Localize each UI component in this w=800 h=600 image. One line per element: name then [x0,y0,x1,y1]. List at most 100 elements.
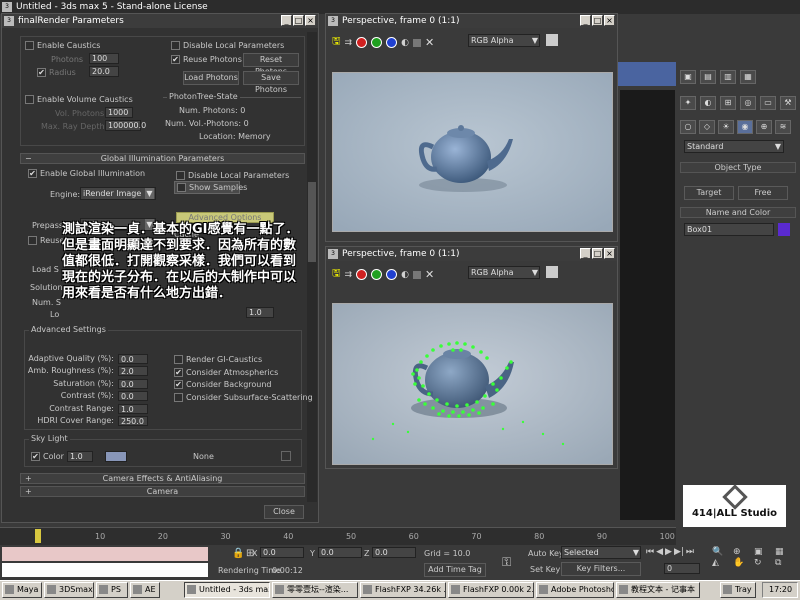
clear-icon[interactable]: ✕ [425,36,434,49]
play-icon[interactable]: ▶ [665,547,672,557]
close-icon[interactable]: × [604,15,615,26]
adv-check-sss[interactable]: Consider Subsurface-Scattering [174,392,313,406]
blue-channel-icon[interactable] [386,37,398,48]
spacewarps-icon[interactable]: ≋ [775,120,791,134]
enable-caustics[interactable]: Enable Caustics [25,41,100,50]
color2-swatch[interactable] [546,266,558,278]
adv-check-render-gi-caustics[interactable]: Render GI-Caustics [174,355,304,368]
motion-tab-icon[interactable]: ◎ [740,96,756,110]
load-photons-button[interactable]: Load Photons [183,71,239,85]
maxscript-listener[interactable] [2,547,208,561]
clear-icon[interactable]: ✕ [425,268,434,281]
max-toggle-icon[interactable]: ⧉ [775,558,795,568]
adv-checkbox[interactable]: ✔ [174,367,183,377]
red-channel-icon[interactable] [356,269,368,280]
taskbar-item-3dsmax[interactable]: 3DSmax [44,582,94,598]
bounce-field[interactable]: 1.0 [246,307,274,318]
close-icon[interactable]: × [305,15,316,26]
close-icon[interactable]: × [604,248,615,259]
maxscript-output[interactable] [2,563,208,577]
color-swatch[interactable] [546,34,558,46]
free-button[interactable]: Free [738,186,788,200]
z-coordinate-field[interactable]: 0.0 [372,547,416,558]
go-end-icon[interactable]: ⏭ [686,547,694,557]
minimize-icon[interactable]: _ [281,15,292,26]
channel2-dropdown[interactable]: RGB Alpha ▼ [468,266,540,279]
sky-color[interactable]: ✔ Color [31,452,64,461]
taskbar-item-maya[interactable]: Maya [2,582,42,598]
utilities-tab-icon[interactable]: ⚒ [780,96,796,110]
helpers-icon[interactable]: ⊕ [756,120,772,134]
disable-local-caustics[interactable]: Disable Local Parameters [171,41,284,50]
key-filters-button[interactable]: Key Filters... [561,562,641,576]
camera-rollout[interactable]: + Camera [20,486,305,497]
reuse-photons-checkbox[interactable]: ✔ [171,55,180,64]
radius-field[interactable]: 20.0 [89,66,119,77]
sky-map-none[interactable]: None [193,452,214,461]
engine-dropdown[interactable]: iRender Image ▼ [80,187,156,200]
mono-icon[interactable] [412,38,421,47]
show-samples[interactable]: Show Samples [174,181,247,194]
lights-icon[interactable]: ☀ [718,120,734,134]
zoom-extents-all-icon[interactable]: ▦ [775,547,795,557]
adv-row-value[interactable]: 1.0 [118,403,148,414]
adv-check-atmospherics[interactable]: ✔ Consider Atmospherics [174,367,304,381]
create-tab-icon[interactable]: ✦ [680,96,696,110]
key-mode-icon[interactable]: ⚿ [502,555,511,570]
adv-row-value[interactable]: 0.0 [118,391,148,402]
green-channel-icon[interactable] [371,269,383,280]
display-tab-icon[interactable]: ▭ [760,96,776,110]
close-button[interactable]: Close [264,505,304,519]
taskbar-tray[interactable]: Tray [720,582,756,598]
minimize-icon[interactable]: _ [580,248,591,259]
vol-photons-field[interactable]: 1000 [105,107,133,118]
red-channel-icon[interactable] [356,37,368,48]
enable-volume-caustics[interactable]: Enable Volume Caustics [25,95,133,104]
alpha-icon[interactable]: ◐ [401,38,409,48]
disable-local-gi-checkbox[interactable] [176,171,185,180]
toolbar-icon-4[interactable]: ▦ [740,70,756,84]
standard-dropdown[interactable]: Standard ▼ [684,140,784,153]
adv-row-value[interactable]: 2.0 [118,366,148,377]
modify-tab-icon[interactable]: ◐ [700,96,716,110]
time-slider-thumb[interactable] [35,529,41,543]
y-coordinate-field[interactable]: 0.0 [318,547,362,558]
minimize-icon[interactable]: _ [580,15,591,26]
taskbar-item-ae[interactable]: AE [130,582,160,598]
camera-effects-rollout[interactable]: + Camera Effects & AntiAliasing [20,473,305,484]
gi-rollout-header[interactable]: − Global Illumination Parameters [20,153,305,164]
radius-checkbox[interactable]: ✔ [37,68,46,77]
maximize-icon[interactable]: □ [592,248,603,259]
shapes-icon[interactable]: ◇ [699,120,715,134]
target-button[interactable]: Target [684,186,734,200]
auto-key-button[interactable]: Auto Key [528,549,564,558]
reuse-checkbox[interactable] [28,236,37,245]
alpha-icon[interactable]: ◐ [401,270,409,280]
next-frame-icon[interactable]: ▶| [674,547,684,557]
maximize-icon[interactable]: □ [592,15,603,26]
object-type-header[interactable]: Object Type [680,162,796,173]
enable-gi-checkbox[interactable]: ✔ [28,169,37,178]
adv-checkbox[interactable]: ✔ [174,380,183,389]
reset-photons-button[interactable]: Reset Photons [243,53,299,76]
enable-caustics-checkbox[interactable] [25,41,34,50]
zoom-icon[interactable]: 🔍 [712,547,732,557]
disable-local-gi[interactable]: Disable Local Parameters [176,171,289,180]
photons-field[interactable]: 100 [89,53,119,64]
save-image-icon[interactable]: 🖫 [332,34,341,51]
show-samples-checkbox[interactable] [177,183,186,192]
max-ray-depth-field[interactable]: 100000.0 [105,120,146,131]
hierarchy-tab-icon[interactable]: ⊞ [720,96,736,110]
adv-row-value[interactable]: 0.0 [118,354,148,364]
geometry-icon[interactable]: ○ [680,120,696,134]
mono-icon[interactable] [412,270,421,279]
adv-row-value[interactable]: 250.0 [118,415,148,426]
sky-color-value[interactable]: 1.0 [67,451,93,462]
sky-color-swatch[interactable] [105,451,127,462]
blue-channel-icon[interactable] [386,269,398,280]
taskbar-item-untitled-max[interactable]: Untitled - 3ds max... [184,582,270,598]
taskbar-item-photoshop[interactable]: Adobe Photoshop [536,582,614,598]
selection-lock-icon[interactable]: 🔒 [232,548,244,559]
taskbar-item-forum[interactable]: 零零壹坛--渲染... [272,582,358,598]
camera-icon[interactable]: ◉ [737,120,753,134]
